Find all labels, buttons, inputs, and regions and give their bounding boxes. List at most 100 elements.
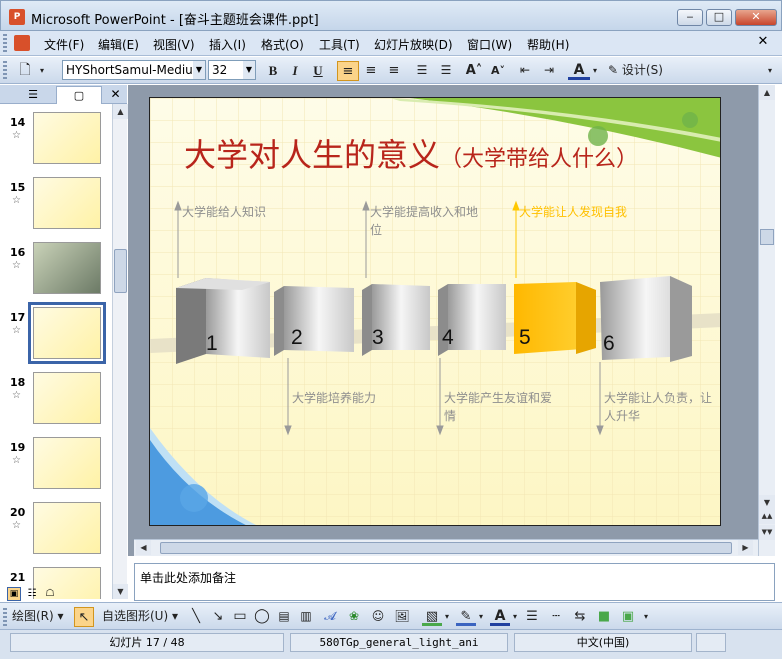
- numbered-list-icon[interactable]: ☰: [412, 61, 432, 81]
- text-color-icon[interactable]: A: [490, 607, 510, 626]
- 3d-style-icon[interactable]: ▣: [618, 607, 638, 627]
- tab-outline[interactable]: ☰: [10, 86, 56, 103]
- close-button[interactable]: ✕: [735, 9, 777, 26]
- scroll-thumb[interactable]: [160, 542, 732, 554]
- scroll-thumb[interactable]: [760, 229, 774, 245]
- line-icon[interactable]: ╲: [186, 607, 206, 627]
- decrease-font-icon[interactable]: A˅: [488, 61, 508, 81]
- scroll-up-icon[interactable]: ▲: [759, 85, 775, 100]
- font-color-icon[interactable]: A: [568, 61, 590, 80]
- slide-thumbnail[interactable]: [33, 177, 101, 229]
- normal-view-icon[interactable]: ▣: [7, 587, 21, 601]
- thumbnail-row[interactable]: 18 ☆: [0, 372, 112, 432]
- step-label-5[interactable]: 大学能让人发现自我: [519, 203, 629, 221]
- step-cube-2[interactable]: [274, 286, 354, 356]
- align-center-icon[interactable]: ≡: [361, 61, 381, 81]
- document-icon[interactable]: [14, 35, 30, 51]
- align-right-icon[interactable]: ≡: [384, 61, 404, 81]
- tab-slides[interactable]: ▢: [56, 86, 102, 104]
- chevron-down-icon[interactable]: ▼: [193, 61, 205, 79]
- underline-button[interactable]: U: [308, 61, 328, 81]
- decrease-indent-icon[interactable]: ⇤: [515, 61, 535, 81]
- scroll-up-icon[interactable]: ▲: [113, 104, 128, 119]
- design-button[interactable]: ✎ 设计(S): [608, 61, 670, 81]
- font-size-select[interactable]: 32 ▼: [208, 60, 256, 80]
- new-document-icon[interactable]: 🗋: [14, 61, 36, 81]
- select-pointer-icon[interactable]: ↖: [74, 607, 94, 627]
- step-cube-1[interactable]: [176, 278, 270, 364]
- menu-edit[interactable]: 编辑(E): [98, 36, 139, 53]
- chevron-down-icon[interactable]: ▾: [476, 607, 486, 627]
- draw-menu-button[interactable]: 绘图(R) ▾: [12, 607, 70, 627]
- italic-button[interactable]: I: [285, 61, 305, 81]
- line-color-icon[interactable]: ✎: [456, 607, 476, 626]
- menu-help[interactable]: 帮助(H): [527, 36, 569, 53]
- slide-thumbnail[interactable]: [33, 437, 101, 489]
- slideshow-icon[interactable]: ☖: [43, 587, 57, 601]
- menu-file[interactable]: 文件(F): [44, 36, 84, 53]
- thumbnail-scrollbar[interactable]: ▲ ▼: [112, 104, 128, 599]
- grip-handle[interactable]: [3, 608, 7, 626]
- menu-slideshow[interactable]: 幻灯片放映(D): [374, 36, 453, 53]
- font-name-select[interactable]: HYShortSamul-Mediu ▼: [62, 60, 206, 80]
- minimize-button[interactable]: ‒: [677, 9, 703, 26]
- grip-handle[interactable]: [3, 34, 7, 52]
- slide-sorter-icon[interactable]: ☷: [25, 587, 39, 601]
- grip-handle[interactable]: [3, 61, 7, 79]
- step-label-3[interactable]: 大学能提高收入和地位: [370, 203, 480, 239]
- dash-style-icon[interactable]: ┄: [546, 607, 566, 627]
- thumbnail-row[interactable]: 15 ☆: [0, 177, 112, 237]
- scroll-thumb[interactable]: [114, 249, 127, 293]
- wordart-icon[interactable]: 𝓐: [320, 607, 340, 627]
- textbox-icon[interactable]: ▤: [274, 607, 294, 627]
- step-label-1[interactable]: 大学能给人知识: [182, 203, 292, 221]
- thumbnail-list[interactable]: 14 ☆ 15 ☆ 16 ☆ 17 ☆ 18 ☆ 19 ☆ 20 ☆ 21: [0, 104, 112, 599]
- chevron-down-icon[interactable]: ▾: [36, 61, 48, 81]
- slide-thumbnail[interactable]: [33, 242, 101, 294]
- previous-slide-icon[interactable]: ▲▲: [759, 509, 775, 524]
- slide-thumbnail[interactable]: [33, 502, 101, 554]
- vertical-textbox-icon[interactable]: ▥: [296, 607, 316, 627]
- menu-view[interactable]: 视图(V): [153, 36, 195, 53]
- picture-icon[interactable]: 🖼: [392, 607, 412, 627]
- increase-indent-icon[interactable]: ⇥: [539, 61, 559, 81]
- scroll-down-icon[interactable]: ▼: [759, 495, 775, 510]
- menu-insert[interactable]: 插入(I): [209, 36, 246, 53]
- thumbnail-row[interactable]: 20 ☆: [0, 502, 112, 562]
- slide-thumbnail-selected[interactable]: [28, 302, 106, 364]
- toolbar-options-icon[interactable]: ▾: [764, 61, 776, 81]
- scroll-down-icon[interactable]: ▼: [113, 584, 128, 599]
- notes-pane[interactable]: 单击此处添加备注: [134, 563, 775, 601]
- menu-window[interactable]: 窗口(W): [467, 36, 512, 53]
- scroll-right-icon[interactable]: ▶: [738, 540, 753, 555]
- bullet-list-icon[interactable]: ☰: [436, 61, 456, 81]
- chevron-down-icon[interactable]: ▾: [442, 607, 452, 627]
- clipart-icon[interactable]: ☺: [368, 607, 388, 627]
- chevron-down-icon[interactable]: ▼: [243, 61, 255, 79]
- chevron-down-icon[interactable]: ▾: [590, 61, 600, 81]
- close-pane-icon[interactable]: ✕: [108, 86, 123, 103]
- step-label-2[interactable]: 大学能培养能力: [292, 389, 402, 407]
- slide-canvas[interactable]: 大学对人生的意义（大学带给人什么） 1 2 3 4 5 6 大学能给人知识 大学…: [149, 97, 721, 526]
- step-label-4[interactable]: 大学能产生友谊和爱情: [444, 389, 554, 425]
- thumbnail-row[interactable]: 14 ☆: [0, 112, 112, 172]
- arrow-style-icon[interactable]: ⇆: [570, 607, 590, 627]
- increase-font-icon[interactable]: A˄: [464, 61, 484, 81]
- menu-format[interactable]: 格式(O): [261, 36, 304, 53]
- next-slide-icon[interactable]: ▼▼: [759, 525, 775, 540]
- slide-thumbnail[interactable]: [33, 112, 101, 164]
- align-left-icon[interactable]: ≡: [337, 61, 359, 81]
- step-label-6[interactable]: 大学能让人负责，让人升华: [604, 389, 714, 425]
- shadow-style-icon[interactable]: ■: [594, 607, 614, 627]
- close-doc-icon[interactable]: ✕: [752, 34, 774, 51]
- thumbnail-row[interactable]: 16 ☆: [0, 242, 112, 302]
- editor-horizontal-scrollbar[interactable]: ◀ ▶: [134, 539, 758, 556]
- scroll-left-icon[interactable]: ◀: [136, 540, 151, 555]
- thumbnail-row[interactable]: 19 ☆: [0, 437, 112, 497]
- toolbar-options-icon[interactable]: ▾: [640, 607, 652, 627]
- diagram-icon[interactable]: ❀: [344, 607, 364, 627]
- editor-vertical-scrollbar[interactable]: ▲ ▼ ▲▲ ▼▼: [758, 85, 775, 556]
- arrow-icon[interactable]: ↘: [208, 607, 228, 627]
- autoshapes-button[interactable]: 自选图形(U) ▾: [102, 607, 184, 627]
- menu-tools[interactable]: 工具(T): [319, 36, 360, 53]
